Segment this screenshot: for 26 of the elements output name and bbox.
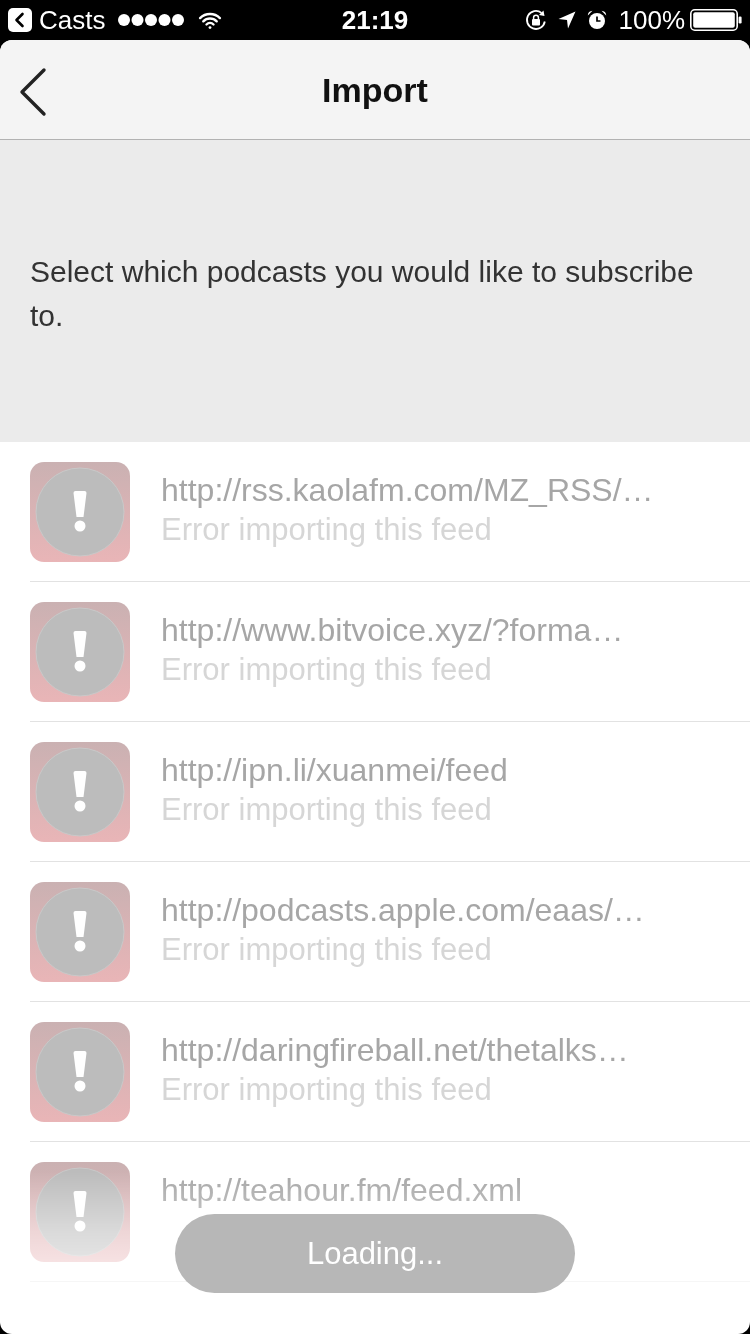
back-icon[interactable]: [18, 67, 48, 117]
error-icon: [30, 742, 130, 842]
error-icon: [30, 1022, 130, 1122]
location-arrow-icon: [557, 11, 576, 29]
feed-url: http://rss.kaolafm.com/MZ_RSS/…: [161, 471, 654, 510]
battery-percentage: 100%: [618, 4, 685, 36]
feed-url: http://podcasts.apple.com/eaas/…: [161, 891, 645, 930]
intro-text: Select which podcasts you would like to subscribe to.: [30, 254, 695, 334]
loading-toast: Loading...: [175, 1214, 575, 1293]
feed-url: http://daringfireball.net/thetalks…: [161, 1031, 629, 1070]
error-icon: [30, 462, 130, 562]
error-icon: [30, 1162, 130, 1262]
signal-icon: [118, 14, 185, 26]
back-to-app-icon[interactable]: [8, 8, 32, 32]
feed-url: http://teahour.fm/feed.xml: [161, 1171, 523, 1210]
feed-url: http://www.bitvoice.xyz/?forma…: [161, 611, 624, 650]
wifi-icon: [198, 11, 223, 29]
back-to-app-label[interactable]: Casts: [39, 4, 106, 36]
battery-icon: [690, 9, 742, 31]
clock-time: 21:19: [341, 4, 409, 36]
rotation-lock-icon: [524, 9, 547, 31]
alarm-clock-icon: [586, 10, 607, 30]
page-title: Import: [322, 69, 428, 111]
error-icon: [30, 602, 130, 702]
feed-url: http://ipn.li/xuanmei/feed: [161, 751, 508, 790]
error-icon: [30, 882, 130, 982]
